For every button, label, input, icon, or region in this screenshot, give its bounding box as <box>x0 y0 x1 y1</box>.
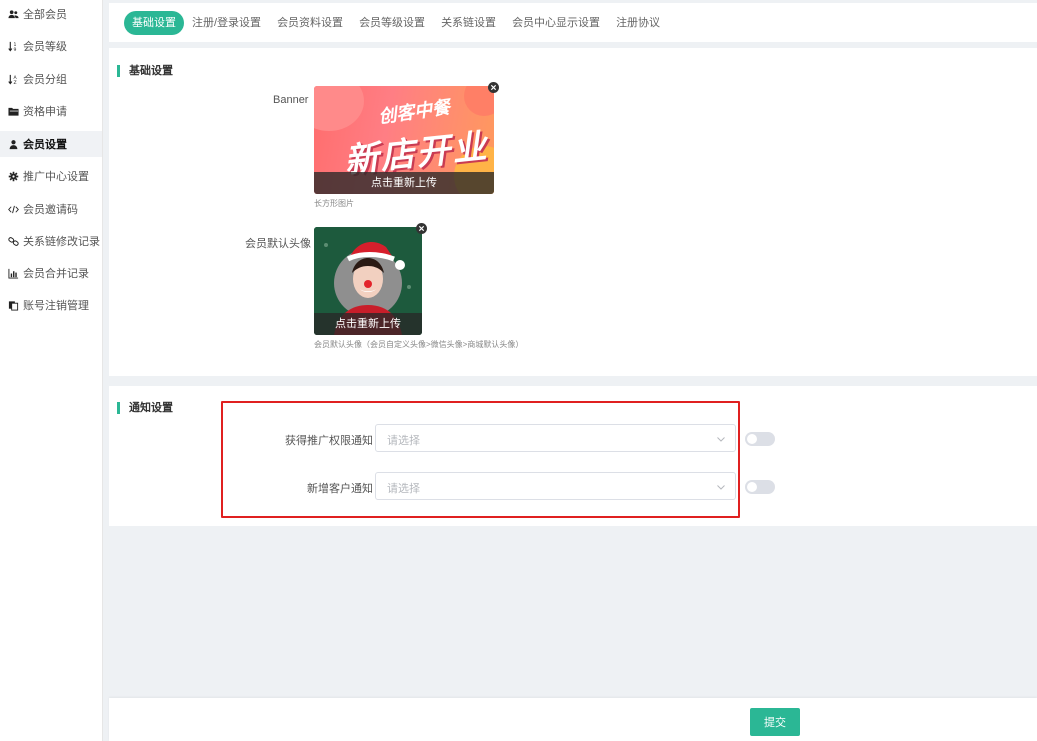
close-icon <box>418 225 425 232</box>
submit-button[interactable]: 提交 <box>750 708 800 736</box>
gear-icon <box>7 170 19 182</box>
basic-settings-card: 基础设置 Banner 创客中餐 新店开业 点击重新上传 长方形图片 会员默认头… <box>109 48 1037 376</box>
sidebar-item-qualification[interactable]: 资格申请 <box>0 98 102 124</box>
sidebar-item-label: 全部会员 <box>23 9 67 21</box>
avatar-upload[interactable]: 点击重新上传 <box>314 227 422 335</box>
footer-bar: 提交 <box>109 698 1037 741</box>
svg-text:A: A <box>13 75 17 81</box>
svg-text:9: 9 <box>13 47 16 52</box>
sidebar-item-label: 推广中心设置 <box>23 171 89 183</box>
select-placeholder: 请选择 <box>387 483 420 495</box>
sidebar-item-account-cancel[interactable]: 账号注销管理 <box>0 292 102 318</box>
chevron-down-icon <box>717 437 725 442</box>
promotion-notify-label: 获得推广权限通知 <box>285 435 373 447</box>
tab-member-level[interactable]: 会员等级设置 <box>351 11 433 35</box>
promotion-notify-select[interactable]: 请选择 <box>375 424 736 452</box>
folder-open-icon <box>7 105 19 117</box>
sidebar-item-member-settings[interactable]: 会员设置 <box>0 131 102 157</box>
sidebar: 全部会员 19 会员等级 AZ 会员分组 资格申请 会员设置 推广中心设置 会员 <box>0 0 103 741</box>
sidebar-item-label: 关系链修改记录 <box>23 236 100 248</box>
sort-alpha-icon: AZ <box>7 73 19 85</box>
tabs-bar: 基础设置 注册/登录设置 会员资料设置 会员等级设置 关系链设置 会员中心显示设… <box>109 3 1037 42</box>
sidebar-item-label: 会员等级 <box>23 41 67 53</box>
user-icon <box>7 138 19 150</box>
chevron-down-icon <box>717 485 725 490</box>
sidebar-item-merge-log[interactable]: 会员合并记录 <box>0 260 102 286</box>
sidebar-item-label: 会员设置 <box>23 139 67 151</box>
sidebar-item-label: 会员分组 <box>23 74 67 86</box>
tab-member-profile[interactable]: 会员资料设置 <box>269 11 351 35</box>
sidebar-item-invite-code[interactable]: 会员邀请码 <box>0 196 102 222</box>
banner-label: Banner <box>273 94 309 106</box>
tab-relation-chain[interactable]: 关系链设置 <box>433 11 504 35</box>
svg-text:Z: Z <box>13 80 16 85</box>
bar-chart-icon <box>7 267 19 279</box>
svg-text:1: 1 <box>13 42 16 48</box>
new-customer-notify-label: 新增客户通知 <box>307 483 373 495</box>
banner-remove-button[interactable] <box>488 82 499 93</box>
sidebar-item-member-level[interactable]: 19 会员等级 <box>0 33 102 59</box>
sidebar-item-member-group[interactable]: AZ 会员分组 <box>0 66 102 92</box>
banner-hint: 长方形图片 <box>314 199 354 208</box>
avatar-label: 会员默认头像 <box>245 238 311 250</box>
sidebar-item-label: 会员合并记录 <box>23 268 89 280</box>
promotion-notify-toggle[interactable] <box>745 432 775 446</box>
tab-basic-settings[interactable]: 基础设置 <box>124 10 184 35</box>
avatar-remove-button[interactable] <box>416 223 427 234</box>
copy-icon <box>7 299 19 311</box>
sidebar-item-label: 资格申请 <box>23 106 67 118</box>
notify-settings-card: 通知设置 获得推广权限通知 请选择 新增客户通知 请选择 <box>109 386 1037 526</box>
select-placeholder: 请选择 <box>387 435 420 447</box>
toggle-knob <box>747 482 757 492</box>
sidebar-item-label: 账号注销管理 <box>23 300 89 312</box>
sidebar-item-all-members[interactable]: 全部会员 <box>0 1 102 27</box>
close-icon <box>490 84 497 91</box>
users-icon <box>7 8 19 20</box>
sort-numeric-icon: 19 <box>7 40 19 52</box>
banner-reupload-button[interactable]: 点击重新上传 <box>314 172 494 194</box>
tab-member-center-display[interactable]: 会员中心显示设置 <box>504 11 608 35</box>
toggle-knob <box>747 434 757 444</box>
section-title-notify: 通知设置 <box>117 402 173 414</box>
main-content: 基础设置 注册/登录设置 会员资料设置 会员等级设置 关系链设置 会员中心显示设… <box>103 0 1037 741</box>
avatar-hint: 会员默认头像（会员自定义头像>微信头像>商城默认头像） <box>314 340 524 349</box>
sidebar-item-promotion-settings[interactable]: 推广中心设置 <box>0 163 102 189</box>
sidebar-item-relation-log[interactable]: 关系链修改记录 <box>0 228 102 254</box>
new-customer-notify-select[interactable]: 请选择 <box>375 472 736 500</box>
new-customer-notify-toggle[interactable] <box>745 480 775 494</box>
code-icon <box>7 203 19 215</box>
highlight-box <box>221 401 740 518</box>
avatar-reupload-button[interactable]: 点击重新上传 <box>314 313 422 335</box>
banner-upload[interactable]: 创客中餐 新店开业 点击重新上传 <box>314 86 494 194</box>
tab-register-login[interactable]: 注册/登录设置 <box>184 11 269 35</box>
sidebar-item-label: 会员邀请码 <box>23 204 78 216</box>
tab-register-agreement[interactable]: 注册协议 <box>608 11 668 35</box>
section-title-basic: 基础设置 <box>117 65 173 77</box>
link-icon <box>7 235 19 247</box>
